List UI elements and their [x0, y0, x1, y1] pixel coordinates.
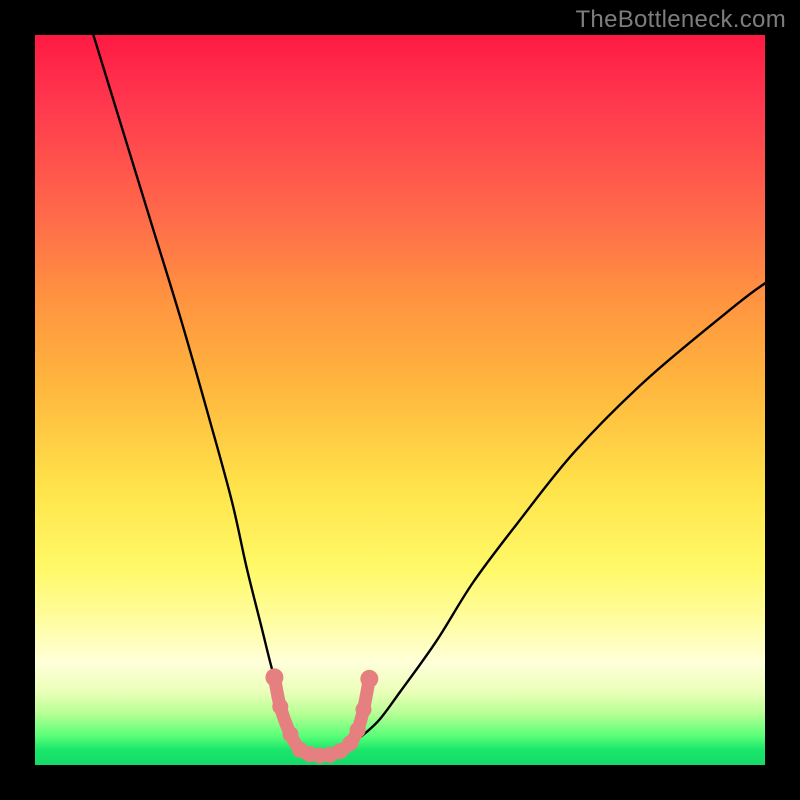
chart-frame: TheBottleneck.com [0, 0, 800, 800]
basin-marker-dot [356, 702, 372, 718]
curve-layer [93, 35, 765, 764]
basin-marker-dot [265, 668, 283, 686]
basin-marker-dot [272, 699, 288, 715]
plot-area [35, 35, 765, 765]
basin-marker-dot [360, 670, 378, 688]
chart-svg [35, 35, 765, 765]
basin-marker-dot [350, 722, 366, 738]
watermark-text: TheBottleneck.com [575, 6, 786, 34]
basin-marker-dot [283, 726, 299, 742]
bottleneck-curve [93, 35, 765, 756]
